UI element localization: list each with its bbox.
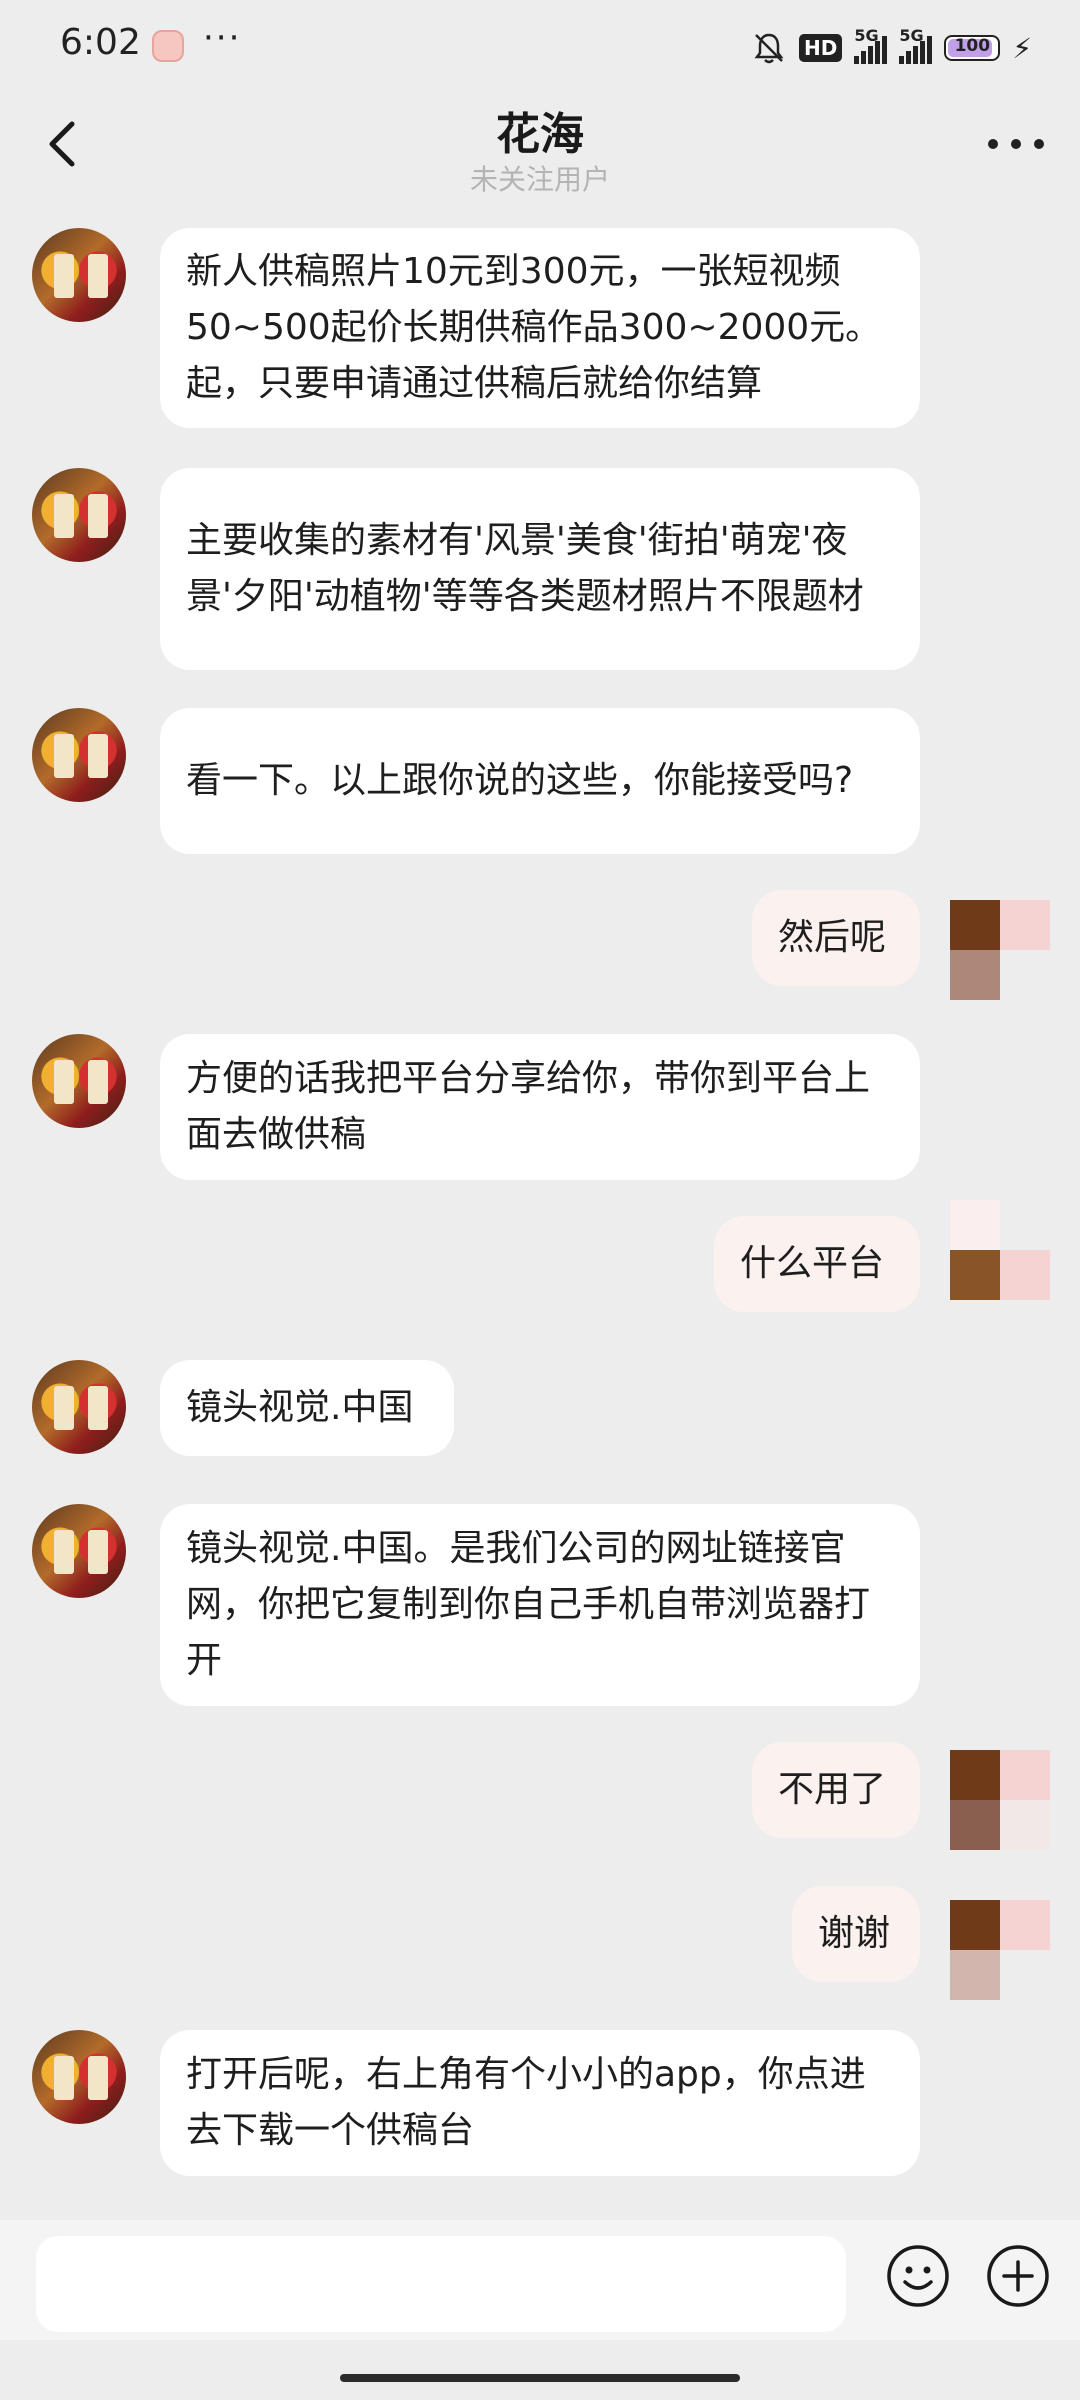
message-text: 镜头视觉.中国。是我们公司的网址链接官网，你把它复制到你自己手机自带浏览器打开: [186, 1528, 871, 1681]
charging-icon: ⚡: [1012, 31, 1032, 65]
message-text: 不用了: [778, 1769, 887, 1810]
message-bubble-out[interactable]: 什么平台: [714, 1216, 920, 1312]
message-text: 主要收集的素材有'风景'美食'街拍'萌宠'夜景'夕阳'动植物'等等各类题材照片不…: [186, 520, 864, 617]
message-bubble-in[interactable]: 看一下。以上跟你说的这些，你能接受吗?: [160, 708, 920, 854]
message-bubble-out[interactable]: 然后呢: [752, 890, 920, 986]
contact-avatar[interactable]: [32, 228, 126, 322]
message-bubble-out[interactable]: 谢谢: [792, 1886, 920, 1982]
message-text: 什么平台: [740, 1243, 885, 1284]
message-bubble-out[interactable]: 不用了: [752, 1742, 920, 1838]
home-indicator[interactable]: [340, 2374, 740, 2382]
contact-avatar[interactable]: [32, 1360, 126, 1454]
status-bar: 6:02 ··· HD 5G 5G 100 ⚡: [0, 0, 1080, 90]
status-time: 6:02: [60, 22, 141, 63]
my-avatar[interactable]: [950, 1900, 1050, 2000]
message-text: 新人供稿照片10元到300元，一张短视频50~500起价长期供稿作品300~20…: [186, 251, 882, 404]
my-avatar[interactable]: [950, 1200, 1050, 1300]
hd-badge: HD: [798, 34, 843, 62]
message-bubble-in[interactable]: 主要收集的素材有'风景'美食'街拍'萌宠'夜景'夕阳'动植物'等等各类题材照片不…: [160, 468, 920, 670]
signal-1-icon: 5G: [854, 26, 888, 64]
more-options-button[interactable]: [988, 132, 1044, 156]
message-bubble-in[interactable]: 新人供稿照片10元到300元，一张短视频50~500起价长期供稿作品300~20…: [160, 228, 920, 428]
message-bubble-in[interactable]: 镜头视觉.中国: [160, 1360, 454, 1456]
message-text: 谢谢: [818, 1913, 891, 1954]
message-text: 看一下。以上跟你说的这些，你能接受吗?: [186, 760, 854, 801]
message-input[interactable]: [36, 2236, 846, 2332]
signal-2-icon: 5G: [899, 26, 933, 64]
message-bubble-in[interactable]: 打开后呢，右上角有个小小的app，你点进去下载一个供稿台: [160, 2030, 920, 2176]
contact-avatar[interactable]: [32, 468, 126, 562]
message-bubble-in[interactable]: 方便的话我把平台分享给你，带你到平台上面去做供稿: [160, 1034, 920, 1180]
message-bubble-in[interactable]: 镜头视觉.中国。是我们公司的网址链接官网，你把它复制到你自己手机自带浏览器打开: [160, 1504, 920, 1706]
more-dots-icon: [988, 139, 998, 149]
message-text: 然后呢: [778, 917, 887, 958]
input-bar: [0, 2220, 1080, 2340]
chat-header: 花海 未关注用户: [0, 90, 1080, 210]
chat-title: 花海: [496, 109, 584, 160]
battery-icon: 100: [944, 35, 1001, 61]
my-avatar[interactable]: [950, 1750, 1050, 1850]
message-text: 镜头视觉.中国: [186, 1387, 414, 1428]
message-text: 方便的话我把平台分享给你，带你到平台上面去做供稿: [186, 1058, 871, 1155]
status-more-icon: ···: [203, 18, 242, 58]
bell-muted-icon: [754, 33, 784, 64]
contact-avatar[interactable]: [32, 708, 126, 802]
app-notification-icon: [152, 30, 184, 62]
status-right-group: HD 5G 5G 100 ⚡: [751, 26, 1032, 68]
contact-avatar[interactable]: [32, 2030, 126, 2124]
follow-status: 未关注用户: [469, 163, 610, 196]
message-text: 打开后呢，右上角有个小小的app，你点进去下载一个供稿台: [186, 2054, 866, 2151]
plus-icon[interactable]: [986, 2244, 1050, 2308]
contact-avatar[interactable]: [32, 1034, 126, 1128]
signal-1-label: 5G: [854, 26, 879, 45]
my-avatar[interactable]: [950, 900, 1050, 1000]
signal-2-label: 5G: [899, 26, 924, 45]
emoji-icon[interactable]: [886, 2244, 950, 2308]
battery-level: 100: [954, 36, 991, 56]
contact-avatar[interactable]: [32, 1504, 126, 1598]
